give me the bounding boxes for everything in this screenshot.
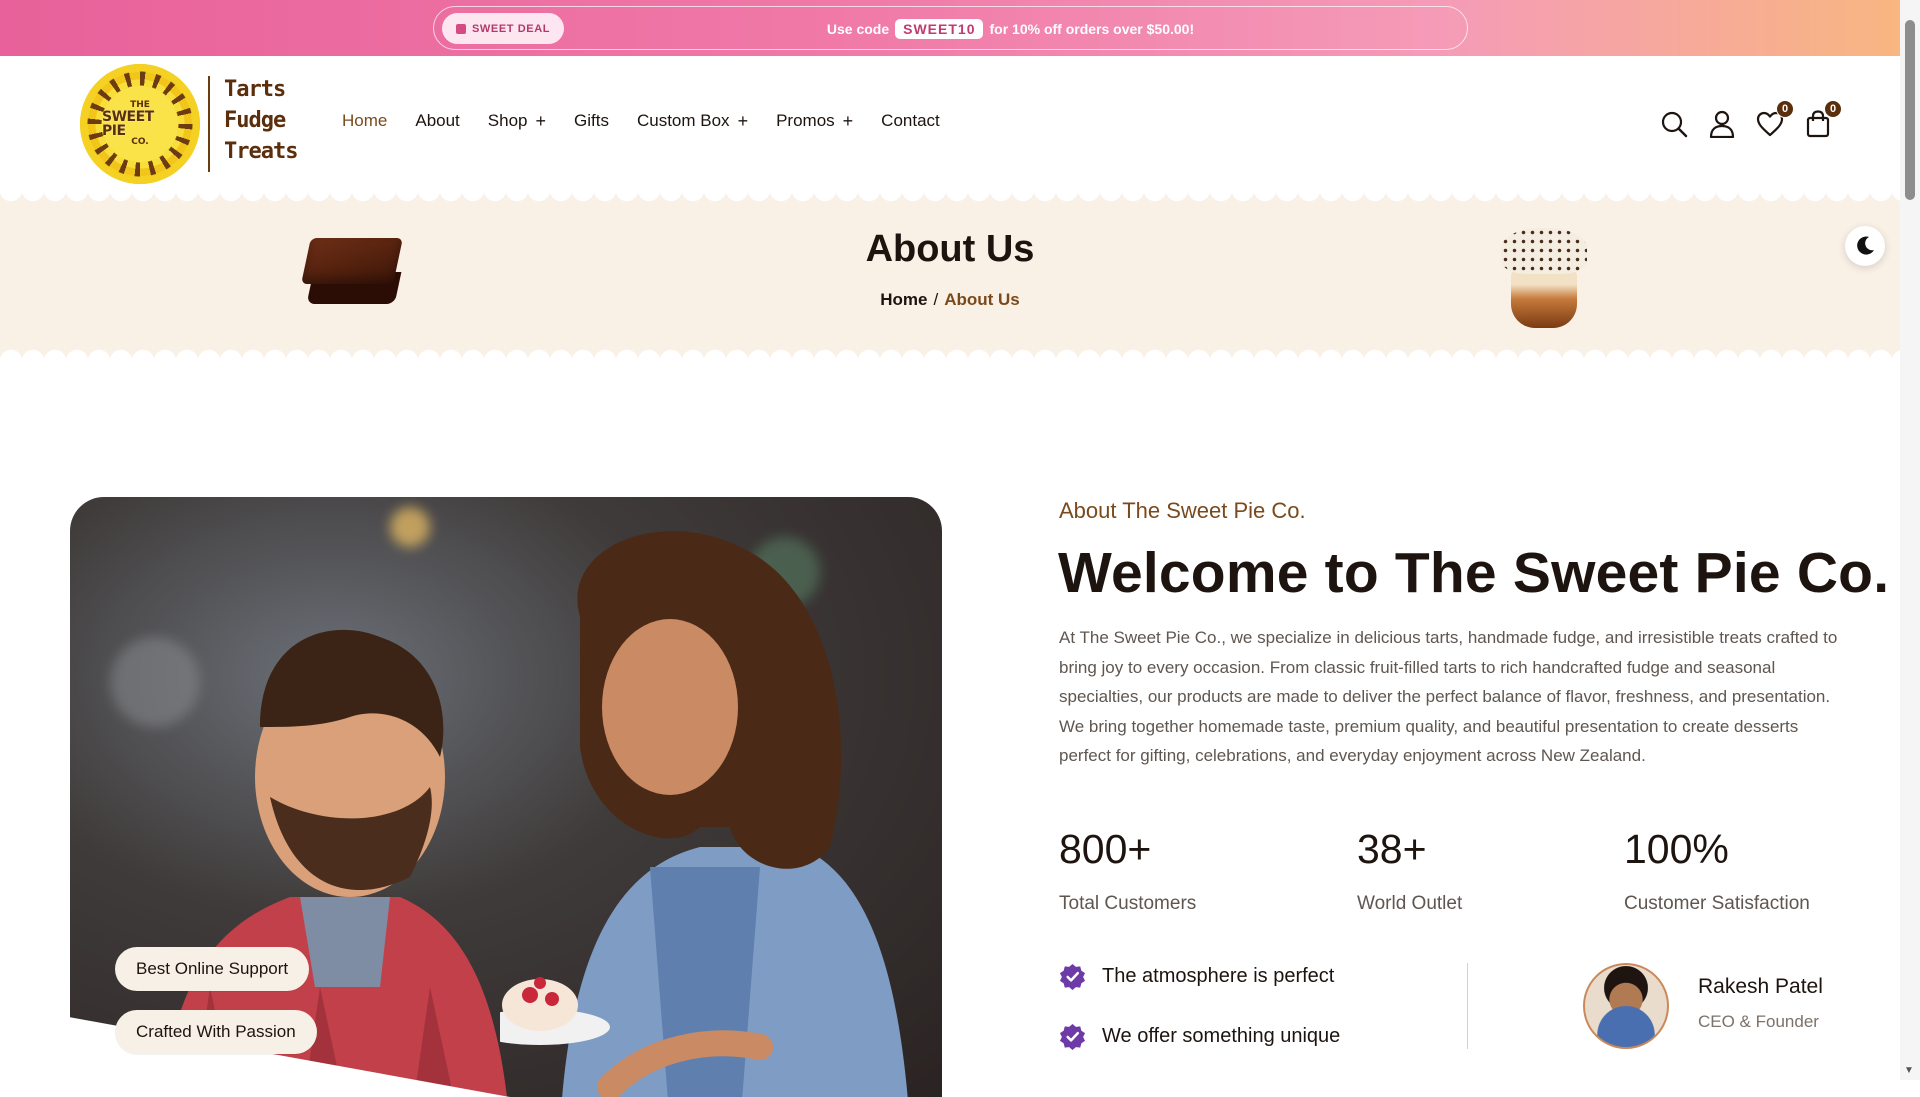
section-title: Welcome to The Sweet Pie Co. xyxy=(1058,541,1890,605)
nav-home[interactable]: Home xyxy=(342,111,387,131)
promo-prefix: Use code xyxy=(826,21,890,37)
user-icon[interactable] xyxy=(1708,110,1736,138)
stat-label: Customer Satisfaction xyxy=(1624,893,1810,914)
about-paragraph-2: We bring together homemade taste, premiu… xyxy=(1059,716,1799,766)
best-online-support-badge: Best Online Support xyxy=(115,947,310,991)
breadcrumb-separator: / xyxy=(933,290,939,309)
verified-check-icon xyxy=(1059,963,1086,990)
parfait-image xyxy=(1495,220,1593,332)
avatar xyxy=(1583,963,1669,1049)
dark-mode-toggle[interactable] xyxy=(1845,226,1885,266)
shopping-bag-icon[interactable]: 0 xyxy=(1804,100,1842,138)
breadcrumb: Home / About Us xyxy=(0,290,1900,310)
nav-about-label: About xyxy=(415,111,460,130)
logo-word-fudge: Fudge xyxy=(224,108,286,133)
cart-count-badge: 0 xyxy=(1824,100,1842,118)
logo-tagline: Tarts Fudge Treats xyxy=(224,76,298,166)
plus-icon: + xyxy=(842,111,854,131)
about-description: At The Sweet Pie Co., we specialize in d… xyxy=(1059,623,1849,771)
crafted-with-passion-badge: Crafted With Passion xyxy=(115,1010,317,1054)
page-scrollbar[interactable]: ▼ xyxy=(1900,0,1920,1080)
nav-home-label: Home xyxy=(342,111,388,130)
nav-promos[interactable]: Promos + xyxy=(776,111,853,131)
page-title: About Us xyxy=(865,228,1035,270)
nav-promos-label: Promos xyxy=(776,111,835,130)
breadcrumb-current: About Us xyxy=(944,290,1020,309)
nav-gifts[interactable]: Gifts xyxy=(574,111,609,131)
logo-word-treats: Treats xyxy=(224,139,298,164)
promo-code: SWEET10 xyxy=(895,19,984,39)
nav-custom-box-label: Custom Box xyxy=(636,111,730,130)
moon-icon xyxy=(1857,236,1874,255)
logo-text-co: CO. xyxy=(131,137,149,147)
nav-shop-label: Shop xyxy=(487,111,528,130)
feature-item: The atmosphere is perfect xyxy=(1059,963,1334,990)
logo-word-tarts: Tarts xyxy=(224,77,286,102)
nav-custom-box[interactable]: Custom Box + xyxy=(637,111,748,131)
scrollbar-thumb[interactable] xyxy=(1905,20,1915,200)
logo-text-sweet-pie: SWEET PIE xyxy=(102,109,154,139)
stat-label: World Outlet xyxy=(1357,893,1463,914)
promo-pill: SWEET DEAL Use code SWEET10 for 10% off … xyxy=(433,6,1468,50)
site-header: THE SWEET PIE CO. Tarts Fudge Treats Hom… xyxy=(0,56,1900,190)
stat-label: Total Customers xyxy=(1059,893,1197,914)
wishlist-count-badge: 0 xyxy=(1776,100,1794,118)
feature-text: The atmosphere is perfect xyxy=(1102,965,1335,987)
nav-shop[interactable]: Shop + xyxy=(488,111,546,131)
founder-role: CEO & Founder xyxy=(1698,1012,1819,1031)
banner-wave-top xyxy=(0,190,1900,204)
about-paragraph-1: At The Sweet Pie Co., we specialize in d… xyxy=(1059,628,1838,706)
stat-customer-satisfaction: 100% Customer Satisfaction xyxy=(1624,825,1810,915)
nav-contact[interactable]: Contact xyxy=(881,111,940,131)
breadcrumb-home[interactable]: Home xyxy=(880,290,927,309)
feature-text: We offer something unique xyxy=(1102,1025,1341,1047)
logo-badge[interactable]: THE SWEET PIE CO. xyxy=(80,64,200,184)
scroll-down-arrow-icon[interactable]: ▼ xyxy=(1904,1065,1914,1076)
banner-wave-bottom xyxy=(0,347,1900,361)
search-icon[interactable] xyxy=(1660,110,1688,138)
founder-name: Rakesh Patel xyxy=(1698,975,1823,998)
woman-figure xyxy=(500,531,908,1097)
feature-item: We offer something unique xyxy=(1059,1023,1340,1050)
nav-about[interactable]: About xyxy=(415,111,459,131)
page-banner: About Us Home / About Us xyxy=(0,190,1900,361)
stat-value: 800+ xyxy=(1059,826,1152,872)
heart-icon[interactable]: 0 xyxy=(1756,100,1794,138)
plus-icon: + xyxy=(535,111,547,131)
verified-check-icon xyxy=(1059,1023,1086,1050)
vertical-divider xyxy=(1467,963,1468,1049)
promo-message: Use code SWEET10 for 10% off orders over… xyxy=(434,7,1467,51)
logo-mark: THE SWEET PIE CO. xyxy=(102,86,178,162)
header-actions: 0 0 xyxy=(1660,100,1842,138)
couple-photo xyxy=(70,497,942,1097)
nav-gifts-label: Gifts xyxy=(574,111,609,130)
stat-value: 38+ xyxy=(1357,826,1427,872)
logo-divider xyxy=(208,76,210,172)
stat-total-customers: 800+ Total Customers xyxy=(1059,825,1196,915)
plus-icon: + xyxy=(737,111,749,131)
stat-world-outlet: 38+ World Outlet xyxy=(1357,825,1462,915)
main-nav: Home About Shop + Gifts Custom Box + Promo… xyxy=(342,111,968,131)
nav-contact-label: Contact xyxy=(881,111,940,130)
promo-bar: SWEET DEAL Use code SWEET10 for 10% off … xyxy=(0,0,1920,56)
section-kicker: About The Sweet Pie Co. xyxy=(1059,498,1306,523)
stat-value: 100% xyxy=(1624,826,1729,872)
promo-suffix: for 10% off orders over $50.00! xyxy=(989,21,1195,37)
